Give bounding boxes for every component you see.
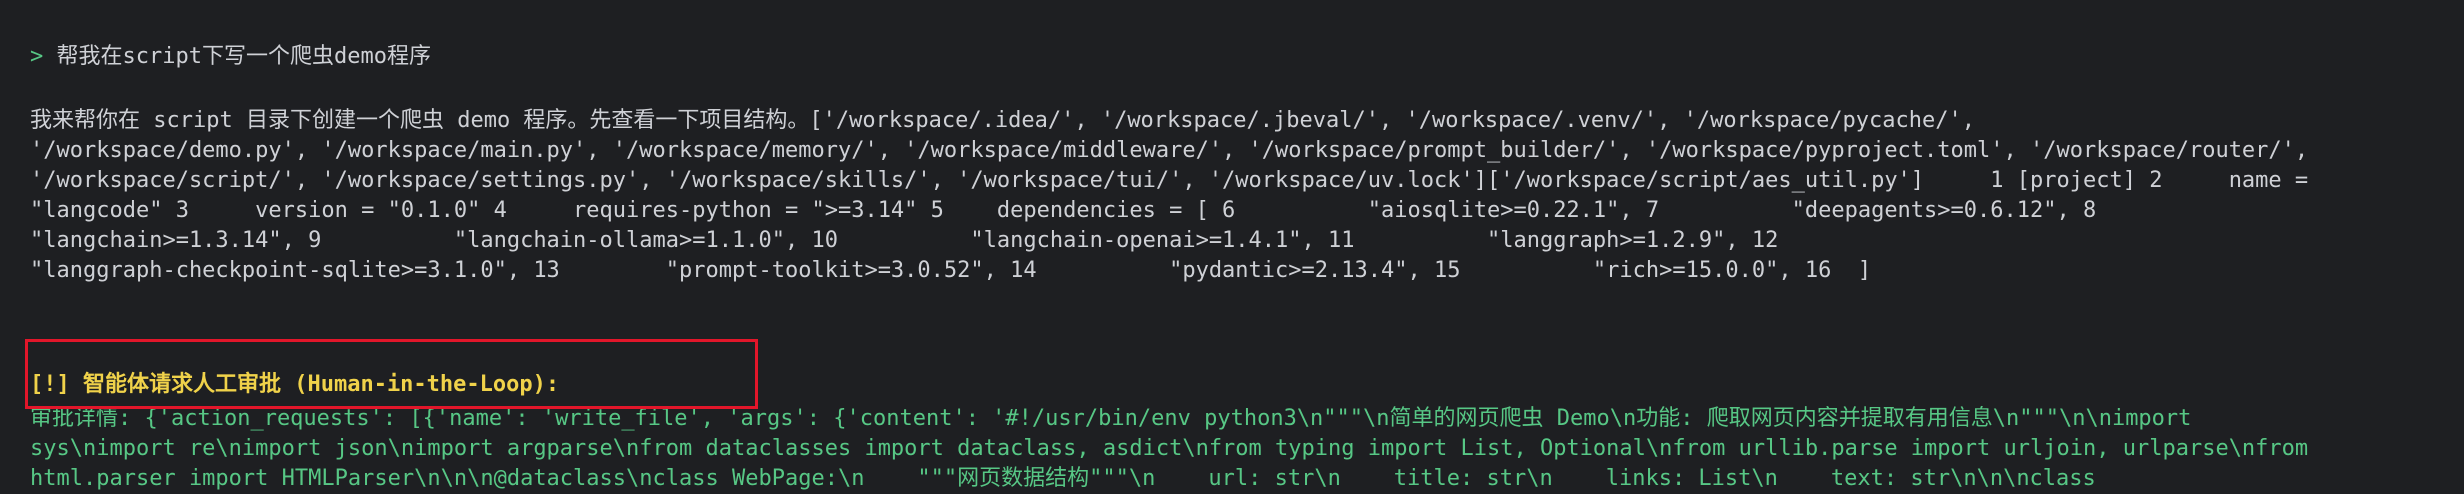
output-line: '/workspace/demo.py', '/workspace/main.p… <box>30 138 2309 163</box>
output-line: "langgraph-checkpoint-sqlite>=3.1.0", 13… <box>30 258 1872 283</box>
output-line: '/workspace/script/', '/workspace/settin… <box>30 168 2309 193</box>
prompt-text: 帮我在script下写一个爬虫demo程序 <box>56 44 431 69</box>
output-line: 我来帮你在 script 目录下创建一个爬虫 demo 程序。先查看一下项目结构… <box>30 108 1976 133</box>
prompt-marker: > <box>30 44 44 69</box>
output-line: "langchain>=1.3.14", 9 "langchain-ollama… <box>30 228 1779 253</box>
approval-detail-line: sys\nimport re\nimport json\nimport argp… <box>30 436 2309 461</box>
user-prompt: > 帮我在script下写一个爬虫demo程序 <box>30 42 431 72</box>
highlight-annotation-box <box>25 339 758 409</box>
approval-detail-line: html.parser import HTMLParser\n\n\n@data… <box>30 466 2096 491</box>
output-line: "langcode" 3 version = "0.1.0" 4 require… <box>30 198 2097 223</box>
